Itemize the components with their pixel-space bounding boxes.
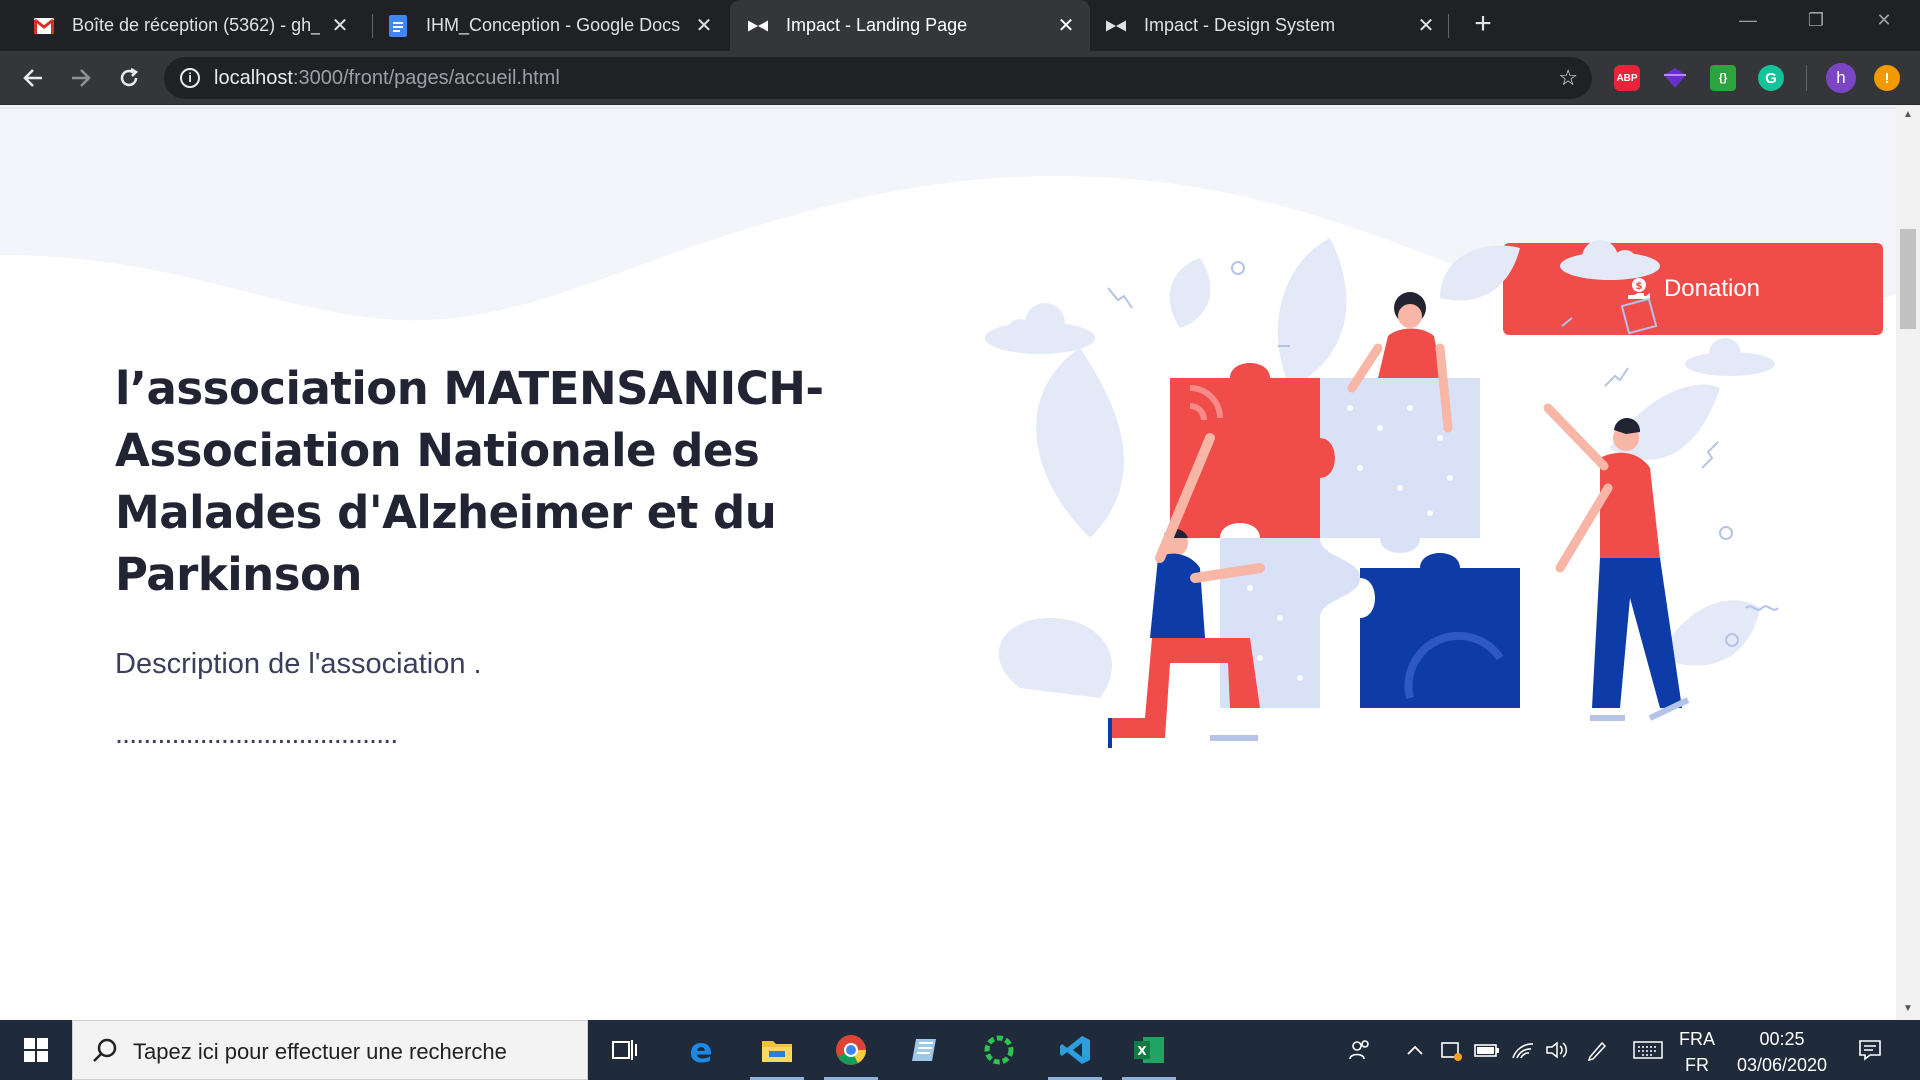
taskbar-search-box[interactable]: Tapez ici pour effectuer une recherche [72,1020,588,1080]
restore-button[interactable]: ❐ [1786,0,1846,44]
file-explorer-icon[interactable] [746,1020,808,1080]
profile-avatar[interactable]: h [1826,63,1856,93]
tab-google-docs[interactable]: IHM_Conception - Google Docs ✕ [372,0,728,51]
bracket-extension-icon[interactable]: {} [1710,65,1736,91]
forward-button[interactable] [66,63,96,93]
new-tab-button[interactable]: + [1466,8,1500,42]
search-icon [93,1038,117,1062]
abp-icon[interactable]: ABP [1614,65,1640,91]
browser-tab-strip: Boîte de réception (5362) - gh_is ✕ IHM_… [0,0,1920,51]
action-center-icon[interactable] [1850,1020,1890,1080]
tab-title: IHM_Conception - Google Docs [426,15,681,35]
back-button[interactable] [18,63,48,93]
page-viewport: $ Donation l’association MATENSANICH-Ass… [0,105,1896,1020]
tab-divider [1448,14,1449,38]
task-view-icon[interactable] [594,1020,656,1080]
update-badge-icon[interactable]: ! [1874,65,1900,91]
url-text[interactable]: localhost:3000/front/pages/accueil.html [214,67,560,90]
gem-extension-icon[interactable] [1662,65,1688,91]
notepad-app-icon[interactable] [894,1020,956,1080]
people-icon[interactable] [1340,1020,1380,1080]
windows-taskbar: Tapez ici pour effectuer une recherche e… [0,1020,1920,1080]
scroll-down-arrow-icon[interactable]: ▼ [1902,1003,1914,1015]
loading-ring-app-icon[interactable] [968,1020,1030,1080]
clock-time: 00:25 [1759,1029,1805,1049]
volume-icon[interactable] [1540,1020,1574,1080]
scroll-up-arrow-icon[interactable]: ▲ [1902,109,1914,121]
docs-icon [388,14,408,37]
svg-text:e: e [689,1034,712,1066]
reload-icon [120,67,139,87]
site-info-icon[interactable]: i [180,68,200,88]
tab-title: Impact - Design System [1144,15,1336,35]
search-placeholder: Tapez ici pour effectuer une recherche [133,1039,507,1064]
toolbar-divider [1806,65,1807,91]
chrome-icon[interactable] [820,1020,882,1080]
battery-icon[interactable] [1470,1020,1504,1080]
start-button[interactable] [0,1020,72,1080]
description-placeholder-dots: ........................................ [115,718,398,750]
clock-date: 03/06/2020 [1736,1055,1828,1075]
edge-icon[interactable]: e [670,1020,732,1080]
address-bar[interactable]: i localhost:3000/front/pages/accueil.htm… [164,57,1592,99]
back-arrow-icon [23,69,42,87]
minimize-button[interactable]: — [1718,0,1778,44]
tab-gmail[interactable]: Boîte de réception (5362) - gh_is ✕ [0,0,364,51]
tab-title: Impact - Landing Page [786,15,968,35]
system-clock[interactable]: 00:25 03/06/2020 [1722,1026,1842,1078]
tab-title: Boîte de réception (5362) - gh_is [72,15,320,35]
teamwork-puzzle-illustration [985,238,1779,748]
gmail-icon [34,16,54,36]
wifi-icon[interactable] [1506,1020,1540,1080]
page-scrollbar[interactable]: ▲ ▼ [1896,105,1920,1020]
grammarly-icon[interactable]: G [1758,65,1784,91]
excel-icon[interactable]: X [1118,1020,1180,1080]
touch-keyboard-icon[interactable] [1628,1020,1668,1080]
impact-icon [748,16,768,36]
reload-button[interactable] [114,63,144,93]
vscode-icon[interactable] [1044,1020,1106,1080]
svg-text:X: X [1137,1044,1147,1058]
close-icon[interactable]: ✕ [1416,16,1436,36]
pen-workspace-icon[interactable] [1580,1020,1614,1080]
input-language-indicator[interactable]: FRA FR [1672,1026,1722,1078]
tab-impact-design-system[interactable]: Impact - Design System ✕ [1090,0,1450,51]
keyboard-layout: FR [1685,1055,1709,1075]
url-path: :3000/front/pages/accueil.html [292,67,560,89]
language-code: FRA [1679,1029,1715,1049]
browser-toolbar: i localhost:3000/front/pages/accueil.htm… [0,51,1920,105]
tab-impact-landing-page[interactable]: Impact - Landing Page ✕ [730,0,1090,51]
chevron-up-icon[interactable] [1400,1020,1430,1080]
close-icon[interactable]: ✕ [1056,16,1076,36]
forward-arrow-icon [72,69,91,87]
close-icon[interactable]: ✕ [694,16,714,36]
association-title: l’association MATENSANICH-Association Na… [115,362,824,601]
windows-logo-icon [24,1038,48,1062]
close-window-button[interactable]: ✕ [1854,0,1914,44]
association-description: Description de l'association . [115,648,482,680]
url-host: localhost [214,67,293,89]
impact-icon [1106,16,1126,36]
close-icon[interactable]: ✕ [330,16,350,36]
scrollbar-thumb[interactable] [1900,229,1916,329]
bookmark-star-icon[interactable]: ☆ [1558,65,1578,91]
sync-status-icon[interactable] [1434,1020,1468,1080]
